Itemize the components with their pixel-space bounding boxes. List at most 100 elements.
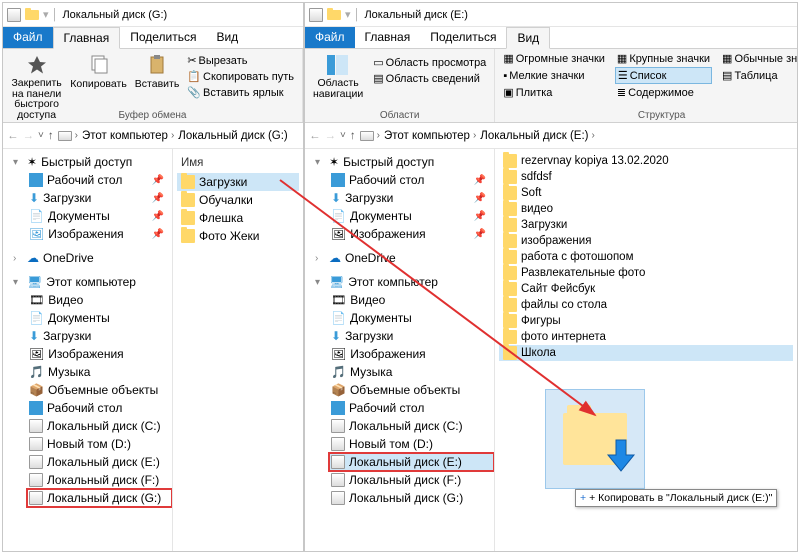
tree-onedrive[interactable]: ›☁OneDrive <box>11 249 172 267</box>
layout-large[interactable]: ▦ Крупные значки <box>615 51 712 66</box>
layout-tiles[interactable]: ▣ Плитка <box>501 85 607 100</box>
nav-tree[interactable]: ▾✶ Быстрый доступ Рабочий стол📌 ⬇Загрузк… <box>3 149 173 551</box>
file-item[interactable]: файлы со стола <box>499 297 793 313</box>
tree-drive-e[interactable]: Локальный диск (E:) <box>329 453 494 471</box>
tree-drive-c[interactable]: Локальный диск (C:) <box>329 417 494 435</box>
tab-share[interactable]: Поделиться <box>120 27 206 48</box>
tree-drive-f[interactable]: Локальный диск (F:) <box>329 471 494 489</box>
crumb-drive[interactable]: Локальный диск (G:) <box>178 130 287 142</box>
address-bar[interactable]: ← → ˅ ↑ › Этот компьютер› Локальный диск… <box>305 123 797 149</box>
crumb-drive[interactable]: Локальный диск (E:)› <box>480 130 595 142</box>
back-button[interactable]: ← <box>309 130 321 142</box>
titlebar[interactable]: ▾ │ Локальный диск (G:) <box>3 3 303 27</box>
fwd-button[interactable]: → <box>325 130 337 142</box>
file-list[interactable]: Имя Загрузки Обучалки Флешка Фото Жеки <box>173 149 303 551</box>
file-item-shkola[interactable]: Школа <box>499 345 793 361</box>
tree-3dobj[interactable]: 📦Объемные объекты <box>27 381 172 399</box>
tab-file[interactable]: Файл <box>3 27 53 48</box>
file-item[interactable]: sdfdsf <box>499 169 793 185</box>
tab-home[interactable]: Главная <box>53 27 121 49</box>
tree-desktop[interactable]: Рабочий стол📌 <box>27 171 172 189</box>
layout-normal[interactable]: ▦ Обычные значки <box>720 51 797 66</box>
tree-onedrive[interactable]: ›☁OneDrive <box>313 249 494 267</box>
copy-button[interactable]: Копировать <box>68 51 129 92</box>
tree-downloads[interactable]: ⬇Загрузки📌 <box>329 189 494 207</box>
preview-pane-button[interactable]: ▭Область просмотра <box>371 55 488 70</box>
tree-pic2[interactable]: 🖼Изображения <box>27 345 172 363</box>
tree-drive-c[interactable]: Локальный диск (C:) <box>27 417 172 435</box>
file-list[interactable]: rezervnay kopiya 13.02.2020 sdfdsf Soft … <box>495 149 797 551</box>
tree-3dobj[interactable]: 📦Объемные объекты <box>329 381 494 399</box>
tab-file[interactable]: Файл <box>305 27 355 48</box>
file-item[interactable]: работа с фотошопом <box>499 249 793 265</box>
navpane-button[interactable]: Область навигации <box>311 51 365 101</box>
tree-drive-d[interactable]: Новый том (D:) <box>27 435 172 453</box>
fwd-button[interactable]: → <box>23 130 35 142</box>
tree-music[interactable]: 🎵Музыка <box>27 363 172 381</box>
tree-desk2[interactable]: Рабочий стол <box>329 399 494 417</box>
file-item[interactable]: Фото Жеки <box>177 227 299 245</box>
tree-drive-g[interactable]: Локальный диск (G:) <box>329 489 494 507</box>
file-item[interactable]: Фигуры <box>499 313 793 329</box>
crumb-root[interactable]: › <box>360 130 380 141</box>
tab-home[interactable]: Главная <box>355 27 421 48</box>
crumb-pc[interactable]: Этот компьютер› <box>384 130 476 142</box>
back-button[interactable]: ← <box>7 130 19 142</box>
tree-pic2[interactable]: 🖼Изображения <box>329 345 494 363</box>
address-bar[interactable]: ← → ˅ ↑ › Этот компьютер› Локальный диск… <box>3 123 303 149</box>
tab-view[interactable]: Вид <box>206 27 248 48</box>
nav-tree[interactable]: ▾✶ Быстрый доступ Рабочий стол📌 ⬇Загрузк… <box>305 149 495 551</box>
tree-drive-d[interactable]: Новый том (D:) <box>329 435 494 453</box>
tab-share[interactable]: Поделиться <box>420 27 506 48</box>
tree-docs2[interactable]: 📄Документы <box>27 309 172 327</box>
file-item[interactable]: Загрузки <box>499 217 793 233</box>
crumb-pc[interactable]: Этот компьютер› <box>82 130 174 142</box>
tree-video[interactable]: 🎞Видео <box>329 291 494 309</box>
tree-documents[interactable]: 📄Документы📌 <box>27 207 172 225</box>
file-item[interactable]: Сайт Фейсбук <box>499 281 793 297</box>
file-item[interactable]: Soft <box>499 185 793 201</box>
layout-content[interactable]: ≣ Содержимое <box>615 85 712 100</box>
tree-drive-f[interactable]: Локальный диск (F:) <box>27 471 172 489</box>
cut-button[interactable]: ✂Вырезать <box>185 53 296 68</box>
tree-pictures[interactable]: 🖼Изображения📌 <box>329 225 494 243</box>
column-header-name[interactable]: Имя <box>177 155 299 173</box>
tree-pictures[interactable]: 🖼Изображения📌 <box>27 225 172 243</box>
tree-docs2[interactable]: 📄Документы <box>329 309 494 327</box>
details-pane-button[interactable]: ▤Область сведений <box>371 71 488 86</box>
layout-list[interactable]: ☰ Список <box>615 67 712 84</box>
file-item[interactable]: Обучалки <box>177 191 299 209</box>
file-item[interactable]: видео <box>499 201 793 217</box>
tree-desktop[interactable]: Рабочий стол📌 <box>329 171 494 189</box>
layout-huge[interactable]: ▦ Огромные значки <box>501 51 607 66</box>
recent-dropdown[interactable]: ˅ <box>38 130 44 141</box>
tree-video[interactable]: 🎞Видео <box>27 291 172 309</box>
tree-downloads[interactable]: ⬇Загрузки📌 <box>27 189 172 207</box>
up-button[interactable]: ↑ <box>350 130 356 142</box>
file-item[interactable]: rezervnay kopiya 13.02.2020 <box>499 153 793 169</box>
crumb-root[interactable]: › <box>58 130 78 141</box>
tree-drive-g[interactable]: Локальный диск (G:) <box>27 489 172 507</box>
titlebar[interactable]: ▾ │ Локальный диск (E:) <box>305 3 797 27</box>
tree-dl2[interactable]: ⬇Загрузки <box>27 327 172 345</box>
layout-table[interactable]: ▤ Таблица <box>720 67 797 84</box>
file-item[interactable]: Флешка <box>177 209 299 227</box>
copypath-button[interactable]: 📋Скопировать путь <box>185 69 296 84</box>
tree-drive-e[interactable]: Локальный диск (E:) <box>27 453 172 471</box>
file-item[interactable]: изображения <box>499 233 793 249</box>
tree-desk2[interactable]: Рабочий стол <box>27 399 172 417</box>
layout-small[interactable]: ▪ Мелкие значки <box>501 67 607 84</box>
tree-dl2[interactable]: ⬇Загрузки <box>329 327 494 345</box>
tree-music[interactable]: 🎵Музыка <box>329 363 494 381</box>
up-button[interactable]: ↑ <box>48 130 54 142</box>
tree-thispc[interactable]: ▾🖥Этот компьютер <box>313 273 494 291</box>
file-item[interactable]: фото интернета <box>499 329 793 345</box>
file-item-zagruzki[interactable]: Загрузки <box>177 173 299 191</box>
file-item[interactable]: Развлекательные фото <box>499 265 793 281</box>
pasteshortcut-button[interactable]: 📎Вставить ярлык <box>185 85 296 100</box>
tree-thispc[interactable]: ▾🖥Этот компьютер <box>11 273 172 291</box>
tree-quick-access[interactable]: ▾✶ Быстрый доступ <box>313 153 494 171</box>
paste-button[interactable]: Вставить <box>133 51 182 92</box>
tree-quick-access[interactable]: ▾✶ Быстрый доступ <box>11 153 172 171</box>
tab-view[interactable]: Вид <box>506 27 550 49</box>
